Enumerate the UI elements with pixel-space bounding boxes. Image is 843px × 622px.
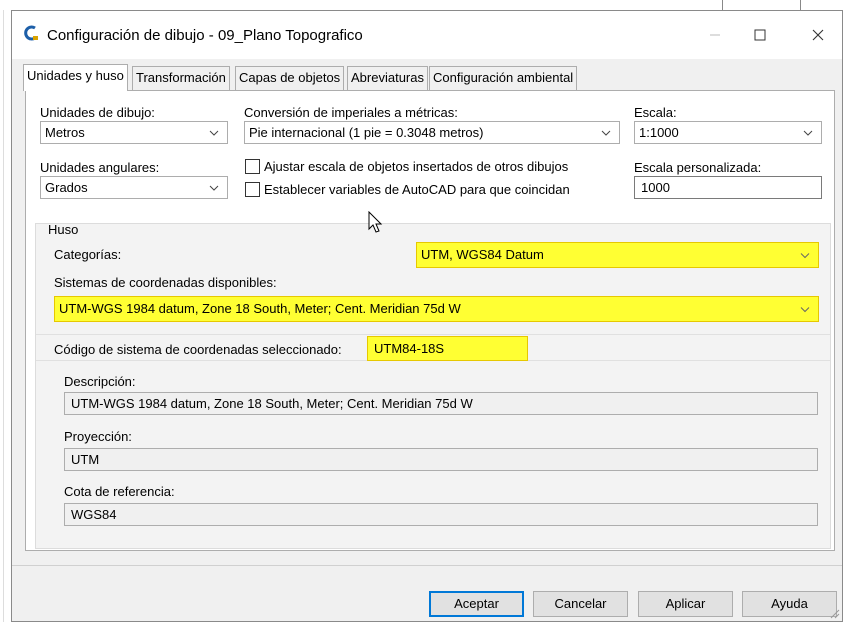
zone-group: Huso Categorías: UTM, WGS84 Datum Sistem… xyxy=(35,222,831,549)
chevron-down-icon xyxy=(800,307,810,313)
drawing-settings-dialog: Configuración de dibujo - 09_Plano Topog… xyxy=(11,10,843,622)
datum-label: Cota de referencia: xyxy=(64,484,175,499)
drawing-units-select[interactable]: Metros xyxy=(40,121,228,144)
available-systems-value: UTM-WGS 1984 datum, Zone 18 South, Meter… xyxy=(59,301,461,316)
cancel-button[interactable]: Cancelar xyxy=(533,591,628,617)
scale-value: 1:1000 xyxy=(639,125,679,140)
resize-grip-icon[interactable] xyxy=(828,607,840,619)
background-divider xyxy=(800,0,801,10)
close-icon xyxy=(812,29,824,41)
available-systems-select[interactable]: UTM-WGS 1984 datum, Zone 18 South, Meter… xyxy=(54,296,819,322)
chevron-down-icon xyxy=(209,185,219,191)
set-variables-label: Establecer variables de AutoCAD para que… xyxy=(264,182,570,197)
minimize-icon xyxy=(710,34,720,36)
description-label: Descripción: xyxy=(64,374,136,389)
tab-unidades-y-huso[interactable]: Unidades y huso xyxy=(23,64,128,91)
tab-transformacion[interactable]: Transformación xyxy=(132,66,230,90)
projection-label: Proyección: xyxy=(64,429,132,444)
categories-label: Categorías: xyxy=(54,247,122,262)
help-button[interactable]: Ayuda xyxy=(742,591,837,617)
scale-objects-label: Ajustar escala de objetos insertados de … xyxy=(264,159,569,174)
angular-units-label: Unidades angulares: xyxy=(40,160,160,175)
conversion-select[interactable]: Pie internacional (1 pie = 0.3048 metros… xyxy=(244,121,620,144)
angular-units-select[interactable]: Grados xyxy=(40,176,228,199)
selected-code-label: Código de sistema de coordenadas selecci… xyxy=(54,342,342,357)
section-divider xyxy=(36,334,830,335)
maximize-button[interactable] xyxy=(737,11,783,59)
civil3d-app-icon xyxy=(23,25,39,41)
tab-abreviaturas[interactable]: Abreviaturas xyxy=(347,66,428,90)
conversion-label: Conversión de imperiales a métricas: xyxy=(244,105,458,120)
categories-select[interactable]: UTM, WGS84 Datum xyxy=(416,242,819,268)
drawing-units-label: Unidades de dibujo: xyxy=(40,105,155,120)
projection-field: UTM xyxy=(64,448,818,471)
maximize-icon xyxy=(754,29,766,41)
scale-select[interactable]: 1:1000 xyxy=(634,121,822,144)
close-button[interactable] xyxy=(795,11,841,59)
background-divider xyxy=(722,0,723,10)
window-title: Configuración de dibujo - 09_Plano Topog… xyxy=(47,27,363,44)
chevron-down-icon xyxy=(800,253,810,259)
minimize-button[interactable] xyxy=(692,11,738,59)
drawing-units-value: Metros xyxy=(45,125,85,140)
background-line xyxy=(3,10,4,622)
tab-configuracion-ambiental[interactable]: Configuración ambiental xyxy=(429,66,578,90)
custom-scale-label: Escala personalizada: xyxy=(634,160,762,175)
tab-capas-de-objetos[interactable]: Capas de objetos xyxy=(235,66,345,90)
chevron-down-icon xyxy=(803,130,813,136)
angular-units-value: Grados xyxy=(45,180,88,195)
selected-code-field[interactable]: UTM84-18S xyxy=(367,336,528,361)
scale-objects-checkbox[interactable] xyxy=(245,159,260,174)
description-field: UTM-WGS 1984 datum, Zone 18 South, Meter… xyxy=(64,392,818,415)
chevron-down-icon xyxy=(209,130,219,136)
apply-button[interactable]: Aplicar xyxy=(638,591,733,617)
custom-scale-input[interactable]: 1000 xyxy=(634,176,822,199)
chevron-down-icon xyxy=(601,130,611,136)
mouse-cursor-icon xyxy=(368,211,383,233)
ok-button[interactable]: Aceptar xyxy=(429,591,524,617)
zone-group-label: Huso xyxy=(48,222,79,237)
conversion-value: Pie internacional (1 pie = 0.3048 metros… xyxy=(249,125,484,140)
datum-field: WGS84 xyxy=(64,503,818,526)
footer-divider xyxy=(12,565,842,566)
categories-value: UTM, WGS84 Datum xyxy=(421,247,544,262)
set-variables-checkbox[interactable] xyxy=(245,182,260,197)
scale-label: Escala: xyxy=(634,105,677,120)
available-systems-label: Sistemas de coordenadas disponibles: xyxy=(54,275,277,290)
title-bar: Configuración de dibujo - 09_Plano Topog… xyxy=(12,11,842,59)
